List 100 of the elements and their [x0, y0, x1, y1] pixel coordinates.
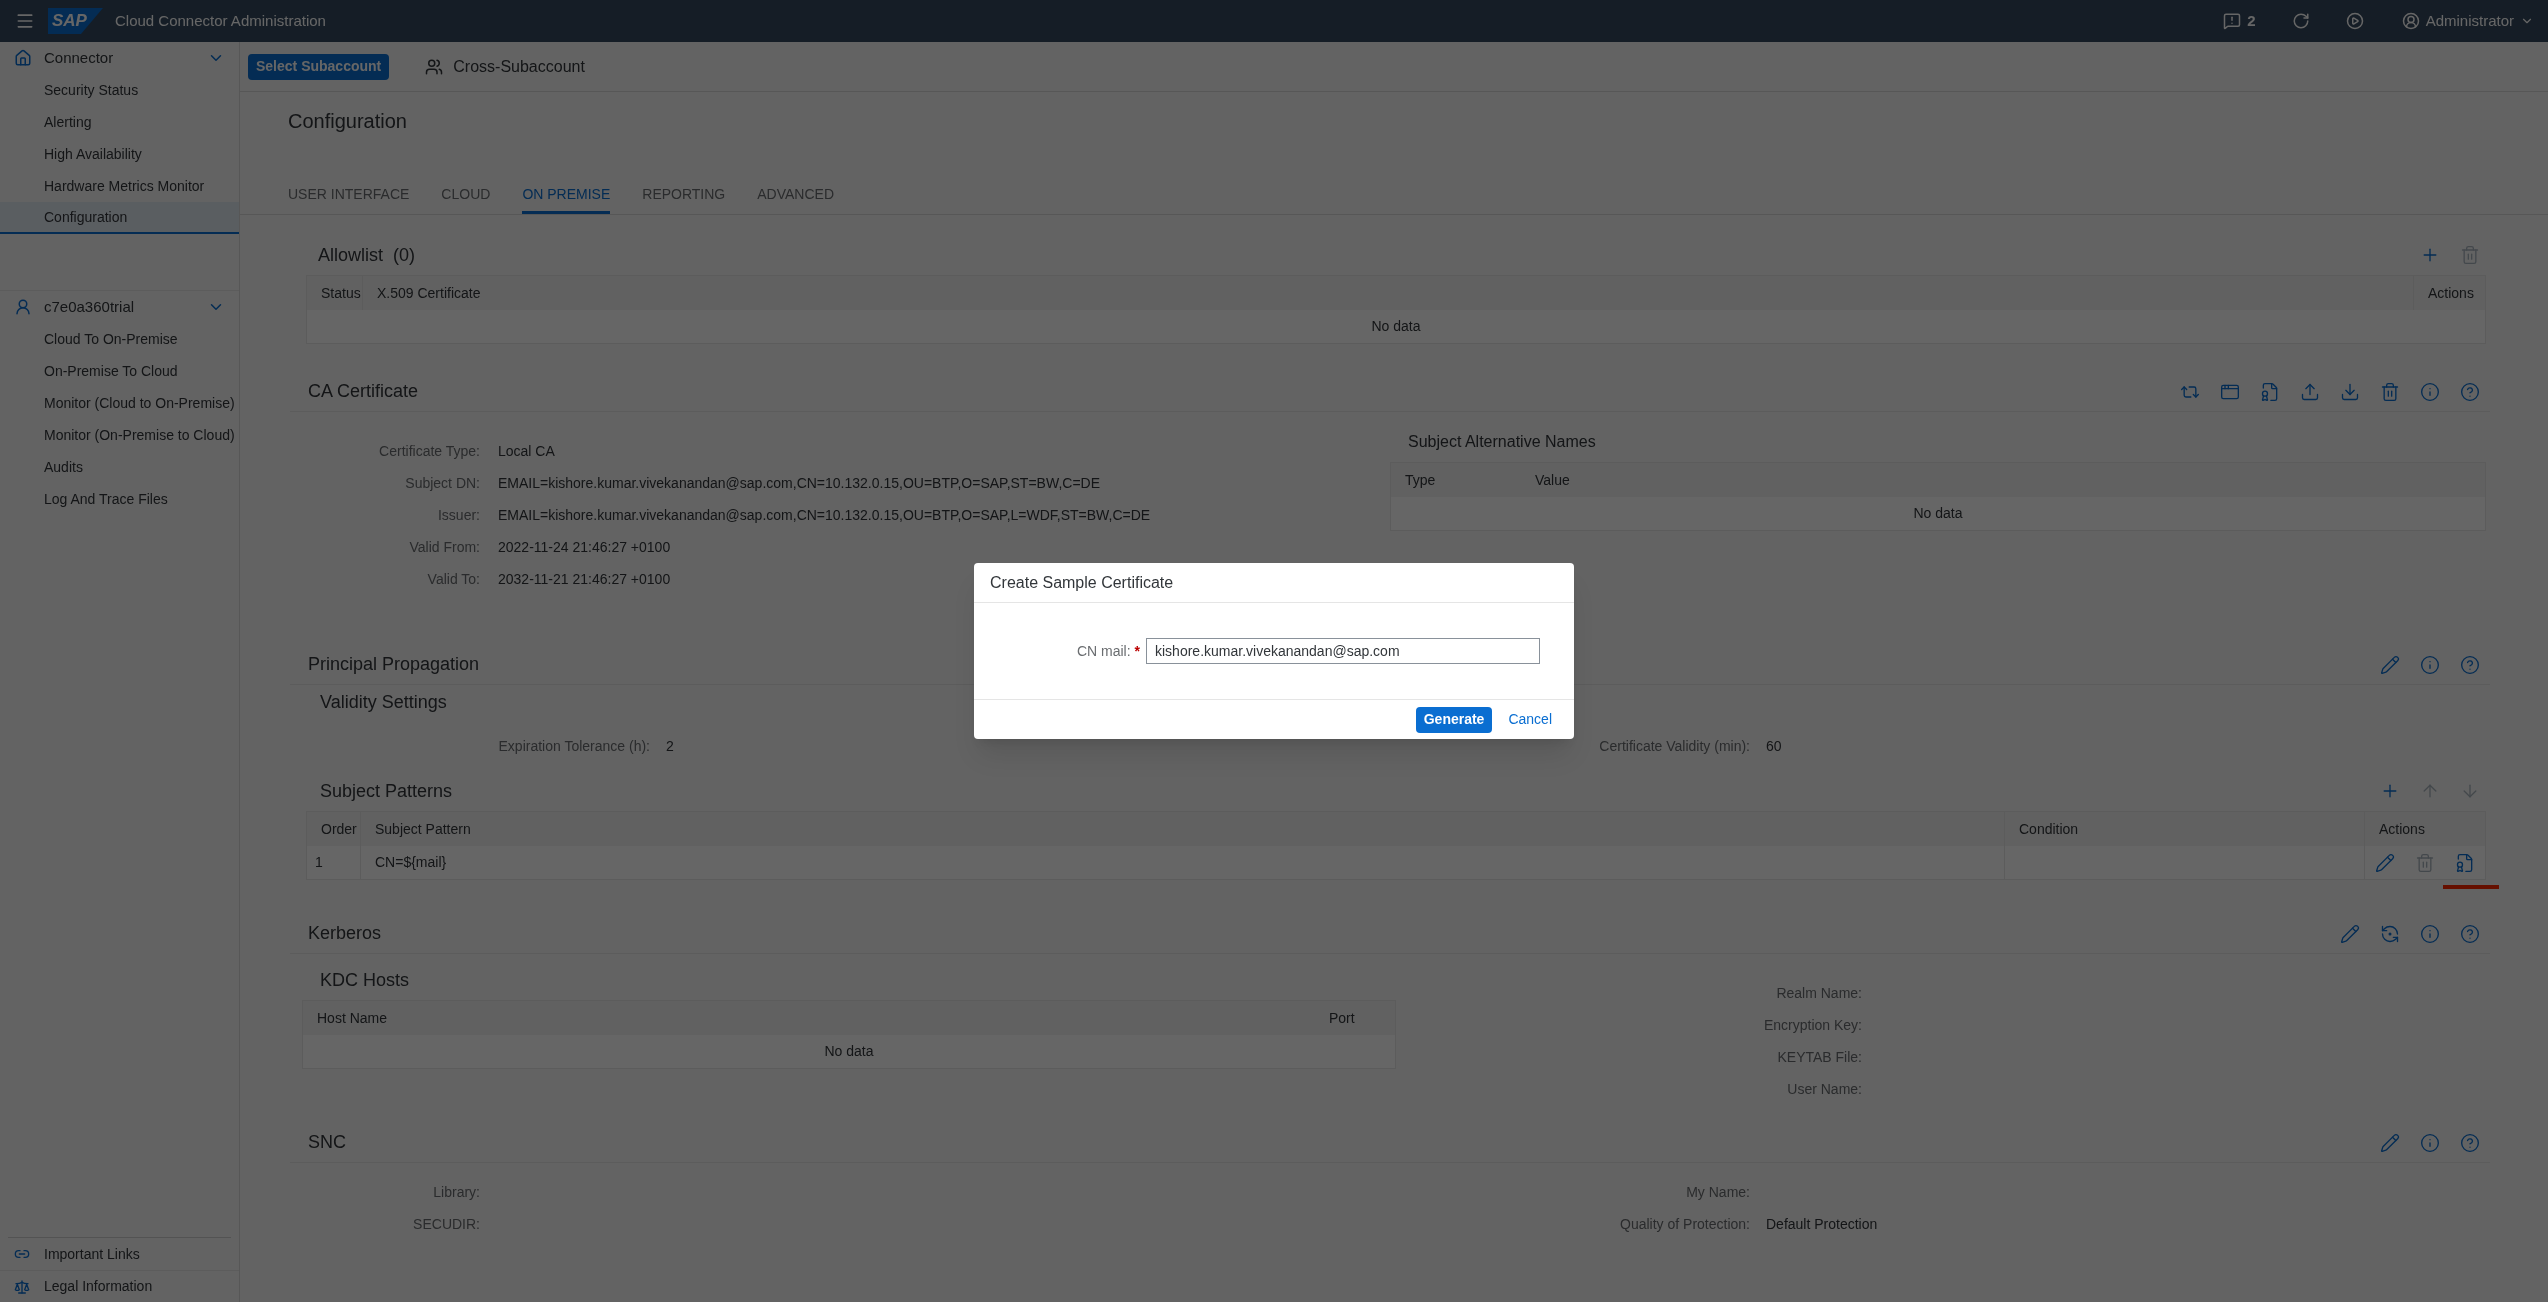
sidebar-item[interactable]: High Availability [0, 138, 239, 170]
field-label: Certificate Type: [378, 442, 480, 461]
logo: SAP [48, 8, 103, 34]
field-value: 2022-11-24 21:46:27 +0100 [498, 538, 671, 557]
sidebar-item[interactable]: Hardware Metrics Monitor [0, 170, 239, 202]
field-label: Certificate Validity (min): [1598, 736, 1750, 756]
sidebar-group[interactable]: c7e0a360trial [0, 291, 239, 323]
column-header: Subject Pattern [361, 812, 2005, 846]
help-icon [2460, 1132, 2480, 1153]
field-label: SECUDIR: [412, 1215, 480, 1234]
empty-message: No data [824, 1042, 874, 1061]
field-label: Realm Name: [1775, 984, 1862, 1003]
pencil-icon [2380, 1132, 2400, 1153]
empty-message: No data [1371, 317, 1421, 336]
field-label: Encryption Key: [1762, 1016, 1862, 1035]
info-icon [2420, 1132, 2440, 1153]
people-icon [425, 57, 444, 76]
field-value: EMAIL=kishore.kumar.vivekanandan@sap.com,CN=10.132.0.15,OU=BTP,O=SAP,ST=BW,C=DE [498, 474, 1100, 493]
field-label: Expiration Tolerance (h): [497, 736, 650, 756]
sidebar-link[interactable]: Important Links [0, 1238, 239, 1270]
message-alert-icon [2223, 12, 2242, 30]
field-label: Issuer: [437, 506, 480, 525]
tab[interactable]: ON PREMISE [522, 178, 611, 214]
dialog-title: Create Sample Certificate [990, 572, 1174, 593]
table-cell: CN=${mail} [361, 846, 2005, 879]
section-title: Kerberos [308, 922, 382, 945]
section-title: SNC [308, 1131, 346, 1154]
info-icon [2420, 381, 2440, 402]
field-value: 2032-11-21 21:46:27 +0100 [498, 570, 671, 589]
cn-mail-input[interactable]: kishore.kumar.vivekanandan@sap.com [1146, 638, 1540, 664]
tab[interactable]: USER INTERFACE [288, 178, 410, 214]
user-icon [2401, 12, 2420, 30]
tab[interactable]: REPORTING [642, 178, 726, 214]
app-title: Cloud Connector Administration [114, 10, 326, 31]
field-label: Valid From: [408, 538, 480, 557]
info-icon [2420, 923, 2440, 944]
help-icon [2460, 654, 2480, 675]
refresh-button[interactable] [2291, 12, 2310, 30]
subsection-title: Subject Patterns [320, 779, 453, 803]
column-header: Actions [2365, 812, 2485, 846]
trash-icon [2415, 852, 2435, 873]
download-icon [2340, 381, 2360, 402]
column-header: Condition [2005, 812, 2365, 846]
person-icon [14, 298, 32, 316]
sidebar-item[interactable]: Monitor (Cloud to On-Premise) [0, 387, 239, 419]
play-button[interactable] [2345, 12, 2364, 30]
trash-icon [2380, 381, 2400, 402]
sidebar-item[interactable]: Monitor (On-Premise to Cloud) [0, 419, 239, 451]
field-value: 60 [1766, 736, 1782, 756]
notifications-button[interactable]: 2 [2223, 9, 2256, 33]
play-icon [2345, 12, 2364, 30]
pencil-icon [2375, 852, 2395, 873]
sidebar-link[interactable]: Legal Information [0, 1270, 239, 1302]
help-icon [2460, 381, 2480, 402]
sidebar-item[interactable]: Log And Trace Files [0, 483, 239, 515]
sidebar-item[interactable]: Security Status [0, 74, 239, 106]
scales-icon [14, 1278, 30, 1295]
help-icon [2460, 923, 2480, 944]
tab[interactable]: ADVANCED [757, 178, 835, 214]
section-title: Allowlist (0) [318, 243, 415, 267]
trash-icon [2460, 245, 2480, 265]
subsection-title: Validity Settings [320, 690, 447, 714]
cancel-button[interactable]: Cancel [1508, 709, 1552, 730]
field-value: Default Protection [1766, 1215, 1878, 1234]
sidebar-item[interactable]: Configuration [0, 202, 239, 234]
sidebar-item[interactable]: Alerting [0, 106, 239, 138]
column-header: Host Name [303, 1001, 1315, 1035]
generate-button[interactable]: Generate [1415, 706, 1493, 733]
info-icon [2420, 654, 2440, 675]
refresh-icon [2291, 12, 2310, 30]
field-label: KEYTAB File: [1776, 1048, 1862, 1067]
field-value: EMAIL=kishore.kumar.vivekanandan@sap.com,CN=10.132.0.15,OU=BTP,O=SAP,L=WDF,ST=BW,C=DE [498, 506, 1151, 525]
field-label: Valid To: [426, 570, 480, 589]
field-label: Library: [432, 1183, 480, 1202]
column-header: Value [1521, 463, 2485, 497]
subsection-title: Subject Alternative Names [1408, 432, 1596, 452]
page-title: Configuration [288, 109, 408, 134]
section-title: Principal Propagation [308, 653, 480, 676]
sidebar-item[interactable]: Audits [0, 451, 239, 483]
field-label: Subject DN: [404, 474, 480, 493]
field-label: CN mail: * [1075, 641, 1140, 661]
field-label: User Name: [1786, 1080, 1862, 1099]
field-label: Quality of Protection: [1619, 1215, 1750, 1234]
sidebar-item[interactable]: On-Premise To Cloud [0, 355, 239, 387]
cross-subaccount-button[interactable]: Cross-Subaccount [425, 54, 585, 79]
pencil-icon [2340, 923, 2360, 944]
select-subaccount-button[interactable]: Select Subaccount [248, 53, 390, 80]
section-title: CA Certificate [308, 380, 419, 403]
tab[interactable]: CLOUD [441, 178, 491, 214]
certificate-icon [2455, 852, 2475, 873]
pencil-icon [2380, 654, 2400, 675]
upload-icon [2300, 381, 2320, 402]
table-cell: 1 [307, 846, 361, 879]
certificate-icon [2260, 381, 2280, 402]
user-menu[interactable]: Administrator [2401, 9, 2534, 33]
field-value: Local CA [498, 442, 555, 461]
sidebar-group[interactable]: Connector [0, 42, 239, 74]
empty-message: No data [1913, 504, 1963, 523]
field-label: My Name: [1685, 1183, 1750, 1202]
sidebar-item[interactable]: Cloud To On-Premise [0, 323, 239, 355]
